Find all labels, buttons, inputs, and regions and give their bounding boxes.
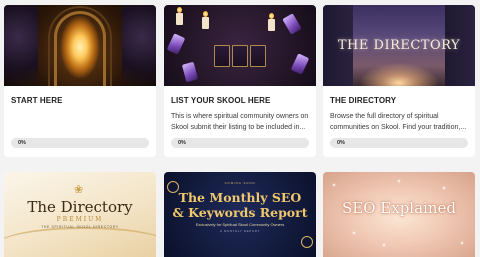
sparkle-decoration bbox=[333, 184, 335, 186]
course-thumbnail-directory-premium: ❀ The Directory PREMIUM THE SPIRITUAL SK… bbox=[4, 172, 156, 257]
course-thumbnail-monthly-seo: COMING SOON The Monthly SEO & Keywords R… bbox=[164, 172, 316, 257]
thumbnail-subtitle: Exclusively for Spiritual Skool Communit… bbox=[195, 222, 285, 227]
course-card-list-your-skool[interactable]: LIST YOUR SKOOL HERE This is where spiri… bbox=[164, 5, 316, 157]
tarot-card bbox=[232, 45, 248, 67]
course-thumbnail-golden-portal bbox=[4, 5, 156, 86]
progress-label: 0% bbox=[18, 139, 26, 146]
course-thumbnail-seo-explained: SEO Explained bbox=[323, 172, 475, 257]
thumbnail-title: THE DIRECTORY bbox=[337, 38, 461, 53]
progress-label: 0% bbox=[178, 139, 186, 146]
vine-decoration bbox=[4, 5, 38, 86]
course-description: Browse the full directory of spiritual c… bbox=[330, 113, 467, 131]
swoosh-decoration bbox=[4, 227, 156, 257]
flame-decoration bbox=[177, 7, 182, 13]
sparkle-decoration bbox=[443, 187, 445, 189]
course-title: LIST YOUR SKOOL HERE bbox=[171, 96, 271, 105]
sparkle-decoration bbox=[461, 242, 463, 244]
circle-decoration bbox=[301, 236, 313, 248]
crystal-decoration bbox=[290, 53, 310, 75]
sparkle-decoration bbox=[398, 180, 400, 182]
candle-decoration bbox=[176, 13, 183, 25]
thumbnail-kicker: COMING SOON bbox=[224, 181, 256, 185]
lotus-icon: ❀ bbox=[74, 184, 84, 196]
thumbnail-title: The Directory bbox=[27, 198, 133, 216]
sparkle-decoration bbox=[353, 232, 355, 234]
thumbnail-footer: A MONTHLY REPORT bbox=[220, 229, 260, 233]
thumbnail-subtitle: PREMIUM bbox=[56, 216, 104, 223]
portal-arch bbox=[54, 11, 106, 86]
course-card-seo-explained[interactable]: SEO Explained bbox=[323, 172, 475, 257]
course-card-monthly-seo-report[interactable]: COMING SOON The Monthly SEO & Keywords R… bbox=[164, 172, 316, 257]
course-title: START HERE bbox=[11, 96, 63, 105]
tarot-card bbox=[250, 45, 266, 67]
vine-decoration bbox=[122, 5, 156, 86]
candle-decoration bbox=[202, 17, 209, 29]
sparkle-decoration bbox=[383, 244, 385, 246]
progress-bar: 0% bbox=[11, 138, 149, 148]
thumbnail-tagline: THE SPIRITUAL SKOOL DIRECTORY bbox=[41, 225, 119, 229]
crystal-decoration bbox=[166, 33, 186, 55]
candle-decoration bbox=[268, 19, 275, 31]
course-card-the-directory[interactable]: THE DIRECTORY THE DIRECTORY Browse the f… bbox=[323, 5, 475, 157]
progress-bar: 0% bbox=[171, 138, 309, 148]
flame-decoration bbox=[203, 11, 208, 17]
course-thumbnail-forest-path: THE DIRECTORY bbox=[323, 5, 475, 86]
tarot-card bbox=[214, 45, 230, 67]
course-card-start-here[interactable]: START HERE 0% bbox=[4, 5, 156, 157]
course-description: This is where spiritual community owners… bbox=[171, 113, 309, 131]
flame-decoration bbox=[269, 13, 274, 19]
thumbnail-title: SEO Explained bbox=[342, 199, 456, 217]
thumbnail-title-line1: The Monthly SEO bbox=[178, 190, 302, 205]
progress-bar: 0% bbox=[330, 138, 468, 148]
crystal-decoration bbox=[282, 13, 302, 35]
course-title: THE DIRECTORY bbox=[330, 96, 397, 105]
course-thumbnail-crystals-tarot bbox=[164, 5, 316, 86]
crystal-decoration bbox=[181, 61, 199, 83]
course-card-directory-premium[interactable]: ❀ The Directory PREMIUM THE SPIRITUAL SK… bbox=[4, 172, 156, 257]
progress-label: 0% bbox=[337, 139, 345, 146]
thumbnail-title-line2: & Keywords Report bbox=[172, 205, 308, 220]
